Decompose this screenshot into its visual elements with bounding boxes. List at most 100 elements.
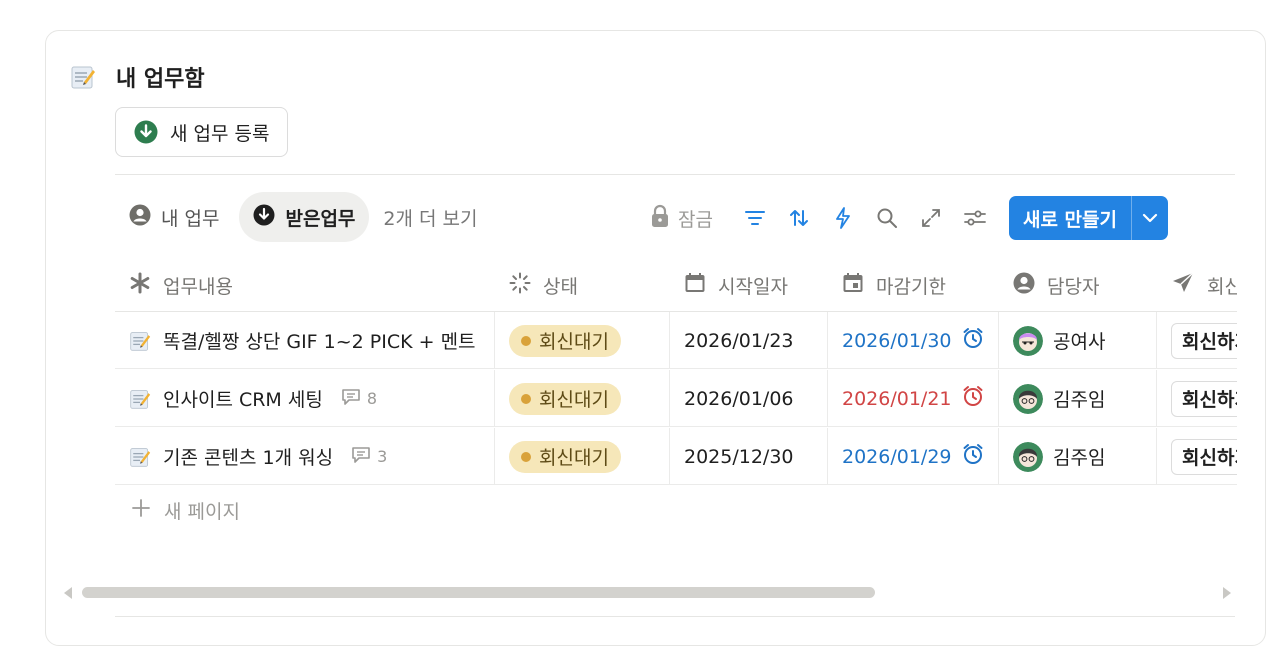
avatar [1013,325,1043,356]
alarm-clock-icon [962,385,984,412]
assignee-cell[interactable]: 김주임 [999,370,1157,427]
status-cell[interactable]: 회신대기 [495,312,670,369]
task-cell[interactable]: 똑결/헬짱 상단 GIF 1~2 PICK + 멘트 [115,312,495,369]
scroll-left-arrow-icon[interactable] [64,587,72,599]
column-label: 회신 [1207,275,1237,298]
comment-count-value: 3 [377,447,388,466]
reply-cell: 회신하기 [1157,428,1237,485]
start-date-cell[interactable]: 2025/12/30 [670,428,828,485]
due-date-text: 2026/01/21 [842,387,952,410]
horizontal-scrollbar[interactable] [64,585,1231,599]
divider [115,174,1235,175]
column-header-due-date[interactable]: 마감기한 [828,259,999,311]
status-label: 회신대기 [539,331,609,353]
lock-icon [650,204,670,233]
new-page-label: 새 페이지 [164,501,240,523]
down-arrow-circle-icon [253,204,275,231]
avatar [1013,441,1043,472]
task-title[interactable]: 똑결/헬짱 상단 GIF 1~2 PICK + 멘트 [163,327,476,354]
asterisk-icon [129,272,151,299]
tab-label: 받은업무 [285,207,356,230]
due-date: 2026/01/29 [842,443,984,470]
task-cell[interactable]: 인사이트 CRM 세팅 8 [115,370,495,427]
column-header-task[interactable]: 업무내용 [115,259,495,311]
comment-count[interactable]: 8 [341,388,377,410]
reply-button[interactable]: 회신하기 [1171,438,1237,475]
start-date-cell[interactable]: 2026/01/23 [670,312,828,369]
due-date-cell[interactable]: 2026/01/29 [828,428,999,485]
column-label: 마감기한 [876,275,946,298]
status-cell[interactable]: 회신대기 [495,428,670,485]
due-date-cell[interactable]: 2026/01/30 [828,312,999,369]
lock-button[interactable]: 잠금 [650,204,713,233]
table-row[interactable]: 똑결/헬짱 상단 GIF 1~2 PICK + 멘트 회신대기 2026/01/… [115,312,1237,369]
filter-icon[interactable] [733,196,777,240]
tab-received-tasks[interactable]: 받은업무 [239,192,370,242]
due-date-text: 2026/01/29 [842,445,952,468]
status-label: 회신대기 [539,389,609,411]
reply-button[interactable]: 회신하기 [1171,380,1237,417]
lock-label: 잠금 [678,208,713,231]
assignee-name: 김주임 [1053,447,1106,469]
table-row[interactable]: 기존 콘텐츠 1개 워싱 3 회신대기 2025/12/30 2026/01/2… [115,428,1237,485]
assignee: 김주임 [1013,441,1106,472]
status-badge: 회신대기 [509,440,621,473]
calendar-due-icon [842,272,864,299]
new-item-button[interactable]: 새로 만들기 [1008,196,1168,240]
tab-my-tasks[interactable]: 내 업무 [115,192,233,242]
comment-count[interactable]: 3 [351,446,387,468]
title-row: 내 업무함 [70,61,205,93]
assignee-cell[interactable]: 공여사 [999,312,1157,369]
settings-sliders-icon[interactable] [953,196,997,240]
comment-count-value: 8 [366,389,378,408]
person-icon [1013,272,1035,299]
assignee-cell[interactable]: 김주임 [999,428,1157,485]
status-cell[interactable]: 회신대기 [495,370,670,427]
memo-icon [129,446,151,468]
assignee: 김주임 [1013,383,1105,414]
more-views-link[interactable]: 2개 더 보기 [375,204,485,231]
automation-bolt-icon[interactable] [821,196,865,240]
column-label: 상태 [543,275,578,298]
reply-button[interactable]: 회신하기 [1171,322,1237,359]
status-spinner-icon [509,272,531,299]
due-date: 2026/01/30 [842,327,984,354]
new-page-button[interactable]: 새 페이지 [132,497,240,524]
task-title[interactable]: 인사이트 CRM 세팅 [163,385,323,412]
task-title[interactable]: 기존 콘텐츠 1개 워싱 [163,443,333,470]
status-dot [521,393,531,404]
chevron-down-icon[interactable] [1132,196,1168,240]
memo-icon [129,330,151,352]
due-date-cell[interactable]: 2026/01/21 [828,370,999,427]
column-header-reply[interactable]: 회신 [1157,259,1237,311]
task-cell[interactable]: 기존 콘텐츠 1개 워싱 3 [115,428,495,485]
status-badge: 회신대기 [509,324,621,357]
status-badge: 회신대기 [509,382,621,415]
view-tabs: 내 업무 받은업무 2개 더 보기 [115,191,486,243]
column-header-start-date[interactable]: 시작일자 [670,259,828,311]
column-header-status[interactable]: 상태 [495,259,670,311]
new-task-label: 새 업무 등록 [170,122,270,145]
new-task-button[interactable]: 새 업무 등록 [115,107,289,157]
start-date-cell[interactable]: 2026/01/06 [670,370,828,427]
status-label: 회신대기 [539,447,609,469]
calendar-icon [684,272,706,299]
reply-cell: 회신하기 [1157,370,1237,427]
sort-icon[interactable] [777,196,821,240]
avatar [1013,383,1043,414]
scrollbar-thumb[interactable] [82,587,875,598]
table-header: 업무내용 상태 시작일자 마감기한 담당자 회 [115,259,1237,311]
expand-icon[interactable] [909,196,953,240]
column-header-assignee[interactable]: 담당자 [999,259,1157,311]
new-item-label[interactable]: 새로 만들기 [1009,196,1131,240]
reply-cell: 회신하기 [1157,312,1237,369]
memo-icon [70,64,96,90]
person-circle-icon [129,204,151,231]
database-toolbar: 잠금 새로 만들기 [650,196,1168,240]
table-row[interactable]: 인사이트 CRM 세팅 8 회신대기 2026/01/06 2026/01/21 [115,370,1237,427]
assignee-name: 공여사 [1053,331,1106,353]
scroll-right-arrow-icon[interactable] [1223,587,1231,599]
comment-icon [341,388,361,410]
search-icon[interactable] [865,196,909,240]
alarm-clock-icon [962,443,984,470]
